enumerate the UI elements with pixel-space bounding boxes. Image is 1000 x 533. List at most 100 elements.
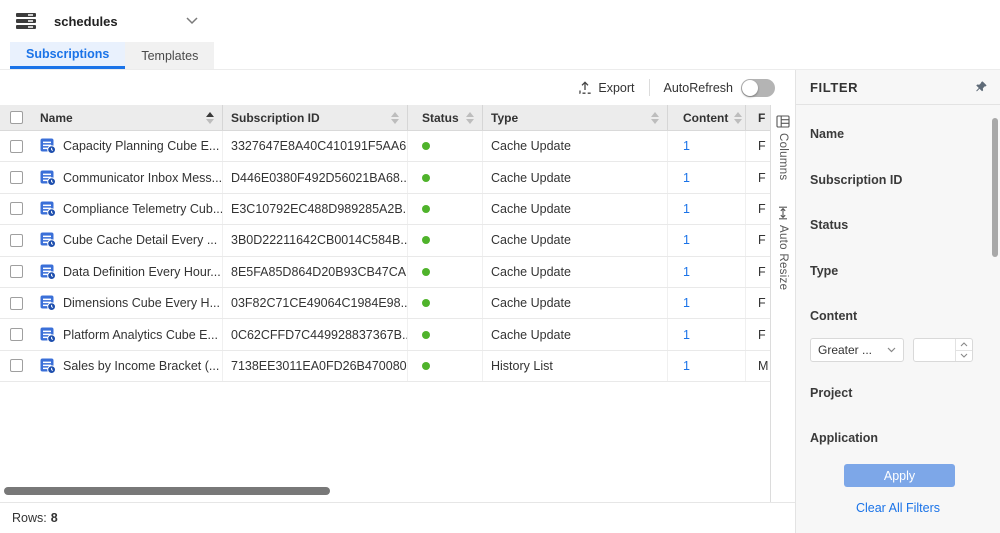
sort-arrows-icon xyxy=(391,112,399,124)
filter-field-type[interactable]: Type xyxy=(810,264,838,278)
scrollbar-thumb[interactable] xyxy=(4,487,330,495)
table-row[interactable]: Compliance Telemetry Cub...E3C10792EC488… xyxy=(0,194,770,225)
table-body: Capacity Planning Cube E...3327647E8A40C… xyxy=(0,131,770,382)
table-row[interactable]: Capacity Planning Cube E...3327647E8A40C… xyxy=(0,131,770,162)
status-dot xyxy=(422,205,430,213)
chevron-down-icon[interactable] xyxy=(186,17,198,25)
filter-field-content[interactable]: Content xyxy=(810,309,857,323)
column-header-type[interactable]: Type xyxy=(482,105,667,130)
filter-field-project[interactable]: Project xyxy=(810,386,852,400)
tab-subscriptions[interactable]: Subscriptions xyxy=(10,42,125,69)
table-row[interactable]: Data Definition Every Hour... 8E5FA85D864… xyxy=(0,257,770,288)
table-row[interactable]: Platform Analytics Cube E...0C62CFFD7C44… xyxy=(0,319,770,350)
partial-value: F xyxy=(758,202,766,216)
toggle-knob xyxy=(742,80,758,96)
clear-all-filters-link[interactable]: Clear All Filters xyxy=(796,501,1000,515)
table-row[interactable]: Dimensions Cube Every H...03F82C71CE4906… xyxy=(0,288,770,319)
filter-field-application[interactable]: Application xyxy=(810,431,878,445)
subscription-name[interactable]: Compliance Telemetry Cub... xyxy=(63,202,222,216)
tab-bar: Subscriptions Templates xyxy=(0,42,1000,70)
content-count-link[interactable]: 1 xyxy=(683,171,690,185)
status-dot xyxy=(422,299,430,307)
table-row[interactable]: Communicator Inbox Mess...D446E0380F492D… xyxy=(0,162,770,193)
status-dot xyxy=(422,142,430,150)
subscription-name[interactable]: Dimensions Cube Every H... xyxy=(63,296,220,310)
row-checkbox[interactable] xyxy=(10,234,23,247)
subscription-name[interactable]: Cube Cache Detail Every ... xyxy=(63,233,217,247)
row-checkbox[interactable] xyxy=(10,202,23,215)
subscription-id: 7138EE3011EA0FD26B470080... xyxy=(231,359,407,373)
table-row[interactable]: Cube Cache Detail Every ...3B0D22211642C… xyxy=(0,225,770,256)
subscription-name[interactable]: Sales by Income Bracket (... xyxy=(63,359,219,373)
row-checkbox[interactable] xyxy=(10,328,23,341)
row-checkbox[interactable] xyxy=(10,297,23,310)
content-cell: 1 xyxy=(667,162,745,192)
horizontal-scrollbar[interactable] xyxy=(0,486,770,496)
status-cell xyxy=(407,257,482,287)
subscription-id: 8E5FA85D864D20B93CB47CA... xyxy=(231,265,407,279)
spinner-up-button[interactable] xyxy=(956,339,972,350)
export-button[interactable]: Export xyxy=(578,81,634,95)
filter-scrollbar-thumb[interactable] xyxy=(992,118,998,257)
partial-column-cell: F xyxy=(745,319,770,349)
subscription-name[interactable]: Platform Analytics Cube E... xyxy=(63,328,218,342)
column-header-name[interactable]: Name xyxy=(32,105,222,130)
name-cell: Dimensions Cube Every H... xyxy=(32,288,222,318)
grid-toolbar: Export AutoRefresh xyxy=(0,70,795,105)
partial-column-cell: F xyxy=(745,162,770,192)
row-checkbox[interactable] xyxy=(10,171,23,184)
auto-resize-icon xyxy=(777,206,789,220)
subscription-name[interactable]: Communicator Inbox Mess... xyxy=(63,171,222,185)
number-field[interactable] xyxy=(914,339,955,361)
row-checkbox[interactable] xyxy=(10,265,23,278)
row-checkbox[interactable] xyxy=(10,359,23,372)
partial-column-cell: F xyxy=(745,131,770,161)
content-count-link[interactable]: 1 xyxy=(683,265,690,279)
column-header-status[interactable]: Status xyxy=(407,105,482,130)
spinner-down-button[interactable] xyxy=(956,350,972,362)
status-cell xyxy=(407,319,482,349)
row-checkbox[interactable] xyxy=(10,140,23,153)
name-cell: Data Definition Every Hour... xyxy=(32,257,222,287)
select-all-checkbox[interactable] xyxy=(10,111,23,124)
autorefresh-toggle[interactable] xyxy=(741,79,775,97)
subscription-id-cell: D446E0380F492D56021BA68... xyxy=(222,162,407,192)
table-row[interactable]: Sales by Income Bracket (... 7138EE3011EA… xyxy=(0,351,770,382)
content-count-link[interactable]: 1 xyxy=(683,233,690,247)
filter-field-name[interactable]: Name xyxy=(810,127,844,141)
subscription-id-cell: E3C10792EC488D989285A2B... xyxy=(222,194,407,224)
filter-field-status[interactable]: Status xyxy=(810,218,848,232)
subscription-id-cell: 03F82C71CE49064C1984E98... xyxy=(222,288,407,318)
content-count-link[interactable]: 1 xyxy=(683,328,690,342)
content-cell: 1 xyxy=(667,351,745,381)
columns-button[interactable]: Columns xyxy=(776,115,790,180)
content-value-input[interactable] xyxy=(913,338,973,362)
auto-resize-label: Auto Resize xyxy=(777,225,789,290)
rows-label: Rows: xyxy=(12,511,47,525)
environment-title: schedules xyxy=(54,14,118,29)
content-operator-select[interactable]: Greater ... xyxy=(810,338,904,362)
auto-resize-button[interactable]: Auto Resize xyxy=(777,206,789,290)
filter-header: FILTER xyxy=(796,70,1000,105)
content-cell: 1 xyxy=(667,319,745,349)
column-header-subscription-id[interactable]: Subscription ID xyxy=(222,105,407,130)
subscription-report-icon xyxy=(40,201,56,217)
column-header-content[interactable]: Content xyxy=(667,105,745,130)
content-count-link[interactable]: 1 xyxy=(683,202,690,216)
chevron-down-icon xyxy=(887,347,896,353)
subscription-name[interactable]: Data Definition Every Hour... xyxy=(63,265,221,279)
row-select-cell xyxy=(0,194,32,224)
type-cell: Cache Update xyxy=(482,288,667,318)
pin-icon[interactable] xyxy=(974,80,988,94)
content-count-link[interactable]: 1 xyxy=(683,139,690,153)
column-header-partial[interactable]: F xyxy=(745,105,770,130)
partial-column-cell: F xyxy=(745,225,770,255)
content-count-link[interactable]: 1 xyxy=(683,296,690,310)
content-cell: 1 xyxy=(667,257,745,287)
tab-templates[interactable]: Templates xyxy=(125,42,214,69)
filter-field-subscription-id[interactable]: Subscription ID xyxy=(810,173,902,187)
apply-button[interactable]: Apply xyxy=(844,464,955,487)
subscription-name[interactable]: Capacity Planning Cube E... xyxy=(63,139,219,153)
environment-icon[interactable] xyxy=(16,13,36,29)
content-count-link[interactable]: 1 xyxy=(683,359,690,373)
